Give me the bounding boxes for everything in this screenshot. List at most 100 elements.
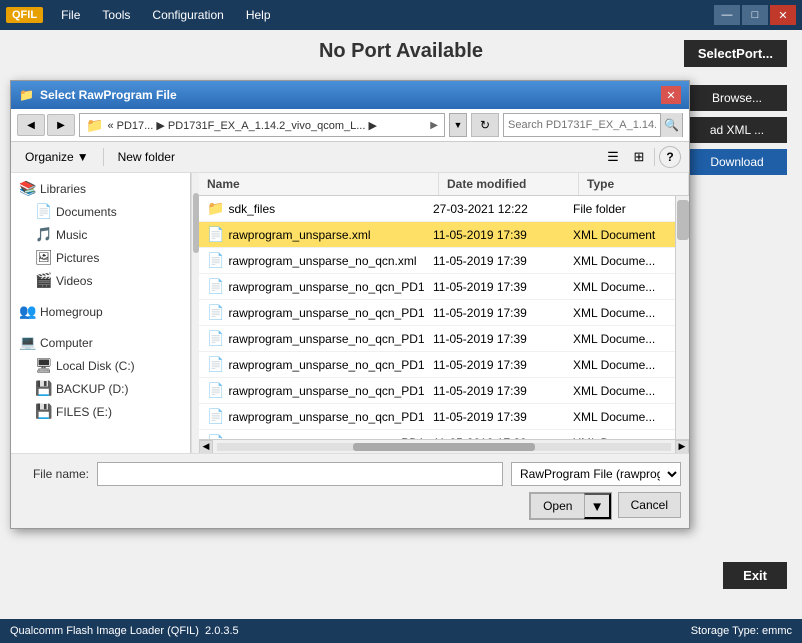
back-button[interactable]: ◀ [17,114,45,136]
file-type: XML Docume... [565,382,675,400]
file-type: XML Document [565,226,675,244]
file-date: 11-05-2019 17:39 [425,408,565,426]
file-row[interactable]: 📄 rawprogram_unsparse_no_qcn_PD1731B... … [199,300,675,326]
tree-item-homegroup[interactable]: 👥 Homegroup [11,300,190,323]
tree-item-documents[interactable]: 📄 Documents [11,200,190,223]
file-type: XML Docume... [565,330,675,348]
file-date: 11-05-2019 17:39 [425,356,565,374]
search-box: 🔍 [503,113,683,137]
file-row[interactable]: 📄 rawprogram_unsparse_no_qcn_PD1731B... … [199,430,675,439]
app-title: No Port Available [319,40,483,63]
tree-label-pictures: Pictures [56,251,99,265]
file-dialog: 📁 Select RawProgram File ✕ ◀ ▶ 📁 « PD17.… [10,80,690,529]
file-name: rawprogram_unsparse_no_qcn_PD1731B... [228,384,425,398]
right-panel: Browse... ad XML ... Download [687,85,787,175]
file-name: rawprogram_unsparse_no_qcn_PD1731B... [228,306,425,320]
tree-item-videos[interactable]: 🎬 Videos [11,269,190,292]
file-date: 11-05-2019 17:39 [425,226,565,244]
menu-file[interactable]: File [51,5,90,25]
tree-item-pictures[interactable]: 🖼 Pictures [11,246,190,269]
menu-help[interactable]: Help [236,5,281,25]
browse-button[interactable]: Browse... [687,85,787,111]
file-list-header: Name Date modified Type [199,173,689,196]
file-list-scrollbar[interactable] [675,196,689,439]
organize-button[interactable]: Organize ▼ [19,148,95,166]
dialog-title-text: Select RawProgram File [40,88,177,102]
close-button[interactable]: ✕ [770,5,796,25]
file-row[interactable]: 📄 rawprogram_unsparse_no_qcn_PD1731B... … [199,352,675,378]
open-button[interactable]: Open [530,493,584,519]
search-button[interactable]: 🔍 [660,113,682,137]
computer-icon: 💻 [19,334,35,351]
file-date: 11-05-2019 17:39 [425,330,565,348]
xml-icon: 📄 [207,304,224,321]
libraries-icon: 📚 [19,180,35,197]
file-date: 11-05-2019 17:39 [425,252,565,270]
tree-item-backup[interactable]: 💾 BACKUP (D:) [11,377,190,400]
documents-icon: 📄 [35,203,51,220]
header-date[interactable]: Date modified [439,173,579,195]
file-date: 11-05-2019 17:39 [425,382,565,400]
dialog-title-area: 📁 Select RawProgram File [19,88,177,102]
load-xml-button[interactable]: ad XML ... [687,117,787,143]
header-name[interactable]: Name [199,173,439,195]
dialog-close-button[interactable]: ✕ [661,86,681,104]
filetype-select[interactable]: RawProgram File (rawprogram*All Files (*… [511,462,681,486]
tree-scrollbar[interactable] [191,173,199,453]
file-row[interactable]: 📁 sdk_files 27-03-2021 12:22 File folder [199,196,675,222]
tree-label-videos: Videos [56,274,92,288]
open-dropdown-button[interactable]: ▼ [584,493,610,519]
file-type: XML Docume... [565,356,675,374]
toolbar-separator [103,148,104,166]
path-dropdown-arrow: ▶ [430,120,438,131]
help-button[interactable]: ? [659,146,681,168]
forward-button[interactable]: ▶ [47,114,75,136]
file-type: File folder [565,200,675,218]
xml-icon: 📄 [207,330,224,347]
tree-label-local-disk: Local Disk (C:) [56,359,135,373]
new-folder-button[interactable]: New folder [112,148,181,166]
cancel-button[interactable]: Cancel [618,492,681,518]
refresh-button[interactable]: ↻ [471,113,499,137]
search-input[interactable] [504,119,660,131]
tree-item-computer[interactable]: 💻 Computer [11,331,190,354]
xml-icon: 📄 [207,252,224,269]
path-box[interactable]: 📁 « PD17... ▶ PD1731F_EX_A_1.14.2_vivo_q… [79,113,445,137]
tree-item-libraries[interactable]: 📚 Libraries [11,177,190,200]
file-row[interactable]: 📄 rawprogram_unsparse_no_qcn_PD1731B... … [199,326,675,352]
dialog-buttons: Open ▼ Cancel [19,492,681,520]
select-port-button[interactable]: SelectPort... [684,40,787,67]
xml-icon: 📄 [207,226,224,243]
file-row-selected[interactable]: 📄 rawprogram_unsparse.xml 11-05-2019 17:… [199,222,675,248]
horizontal-scrollbar[interactable]: ◀ ▶ [199,439,689,453]
header-type[interactable]: Type [579,173,689,195]
file-name: sdk_files [228,202,275,216]
menu-configuration[interactable]: Configuration [142,5,233,25]
file-row[interactable]: 📄 rawprogram_unsparse_no_qcn_PD1731B... … [199,378,675,404]
scroll-right-button[interactable]: ▶ [675,440,689,454]
view-grid-button[interactable]: ⊞ [628,146,650,168]
filename-input[interactable] [97,462,503,486]
file-name: rawprogram_unsparse_no_qcn_PD1731B... [228,332,425,346]
file-name: rawprogram_unsparse.xml [228,228,370,242]
title-bar: QFIL File Tools Configuration Help — □ ✕ [0,0,802,30]
status-bar: Qualcomm Flash Image Loader (QFIL) 2.0.3… [0,619,802,643]
tree-item-local-disk[interactable]: 🖥 Local Disk (C:) [11,354,190,377]
backup-icon: 💾 [35,380,51,397]
menu-tools[interactable]: Tools [92,5,140,25]
exit-button[interactable]: Exit [723,562,787,589]
download-button[interactable]: Download [687,149,787,175]
file-row[interactable]: 📄 rawprogram_unsparse_no_qcn_PD1731B... … [199,274,675,300]
tree-item-music[interactable]: 🎵 Music [11,223,190,246]
path-dropdown-button[interactable]: ▼ [449,113,467,137]
tree-label-libraries: Libraries [40,182,86,196]
minimize-button[interactable]: — [714,5,740,25]
scroll-left-button[interactable]: ◀ [199,440,213,454]
file-row[interactable]: 📄 rawprogram_unsparse_no_qcn_PD1731B... … [199,404,675,430]
tree-item-files[interactable]: 💾 FILES (E:) [11,400,190,423]
view-details-button[interactable]: ☰ [602,146,624,168]
maximize-button[interactable]: □ [742,5,768,25]
h-scroll-track [217,443,671,451]
app-logo: QFIL [6,7,43,23]
file-row[interactable]: 📄 rawprogram_unsparse_no_qcn.xml 11-05-2… [199,248,675,274]
